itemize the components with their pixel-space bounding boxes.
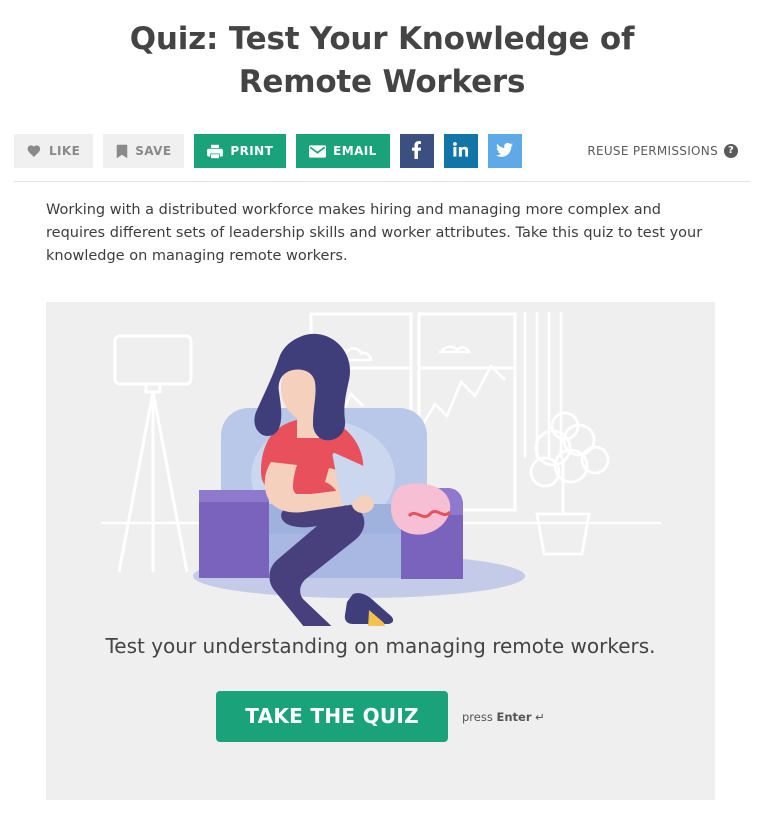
quiz-illustration xyxy=(46,302,715,632)
email-label: EMAIL xyxy=(333,144,377,158)
hint-key: Enter xyxy=(496,709,532,724)
twitter-icon xyxy=(496,142,514,160)
intro-paragraph: Working with a distributed workforce mak… xyxy=(46,202,703,264)
hint-suffix: ↵ xyxy=(531,709,545,724)
take-the-quiz-button[interactable]: TAKE THE QUIZ xyxy=(216,691,448,742)
save-button[interactable]: SAVE xyxy=(103,134,185,168)
share-facebook-button[interactable] xyxy=(399,134,434,168)
page-title: Quiz: Test Your Knowledge of Remote Work… xyxy=(129,21,635,100)
share-toolbar: LIKE SAVE PRINT EMAIL REUSE PERMISSIONS … xyxy=(0,134,764,168)
hint-prefix: press xyxy=(461,709,497,724)
share-linkedin-button[interactable] xyxy=(443,134,478,168)
reuse-permissions-link[interactable]: REUSE PERMISSIONS ? xyxy=(587,144,750,158)
quiz-card: Test your understanding on managing remo… xyxy=(46,302,715,800)
linkedin-icon xyxy=(453,142,469,160)
question-circle-icon[interactable]: ? xyxy=(724,144,738,158)
save-label: SAVE xyxy=(135,144,172,158)
quiz-cta-row: TAKE THE QUIZ press Enter ↵ xyxy=(46,691,715,742)
print-label: PRINT xyxy=(230,144,274,158)
reuse-permissions-label: REUSE PERMISSIONS xyxy=(587,144,718,158)
facebook-icon xyxy=(412,140,422,162)
quiz-caption: Test your understanding on managing remo… xyxy=(105,634,656,658)
email-button[interactable]: EMAIL xyxy=(296,134,390,168)
press-enter-hint: press Enter ↵ xyxy=(462,710,545,724)
printer-icon xyxy=(207,144,224,159)
heart-icon xyxy=(27,144,42,158)
like-button[interactable]: LIKE xyxy=(14,134,94,168)
share-twitter-button[interactable] xyxy=(487,134,522,168)
print-button[interactable]: PRINT xyxy=(194,134,287,168)
envelope-icon xyxy=(309,144,327,158)
bookmark-icon xyxy=(116,144,128,159)
like-label: LIKE xyxy=(49,144,81,158)
